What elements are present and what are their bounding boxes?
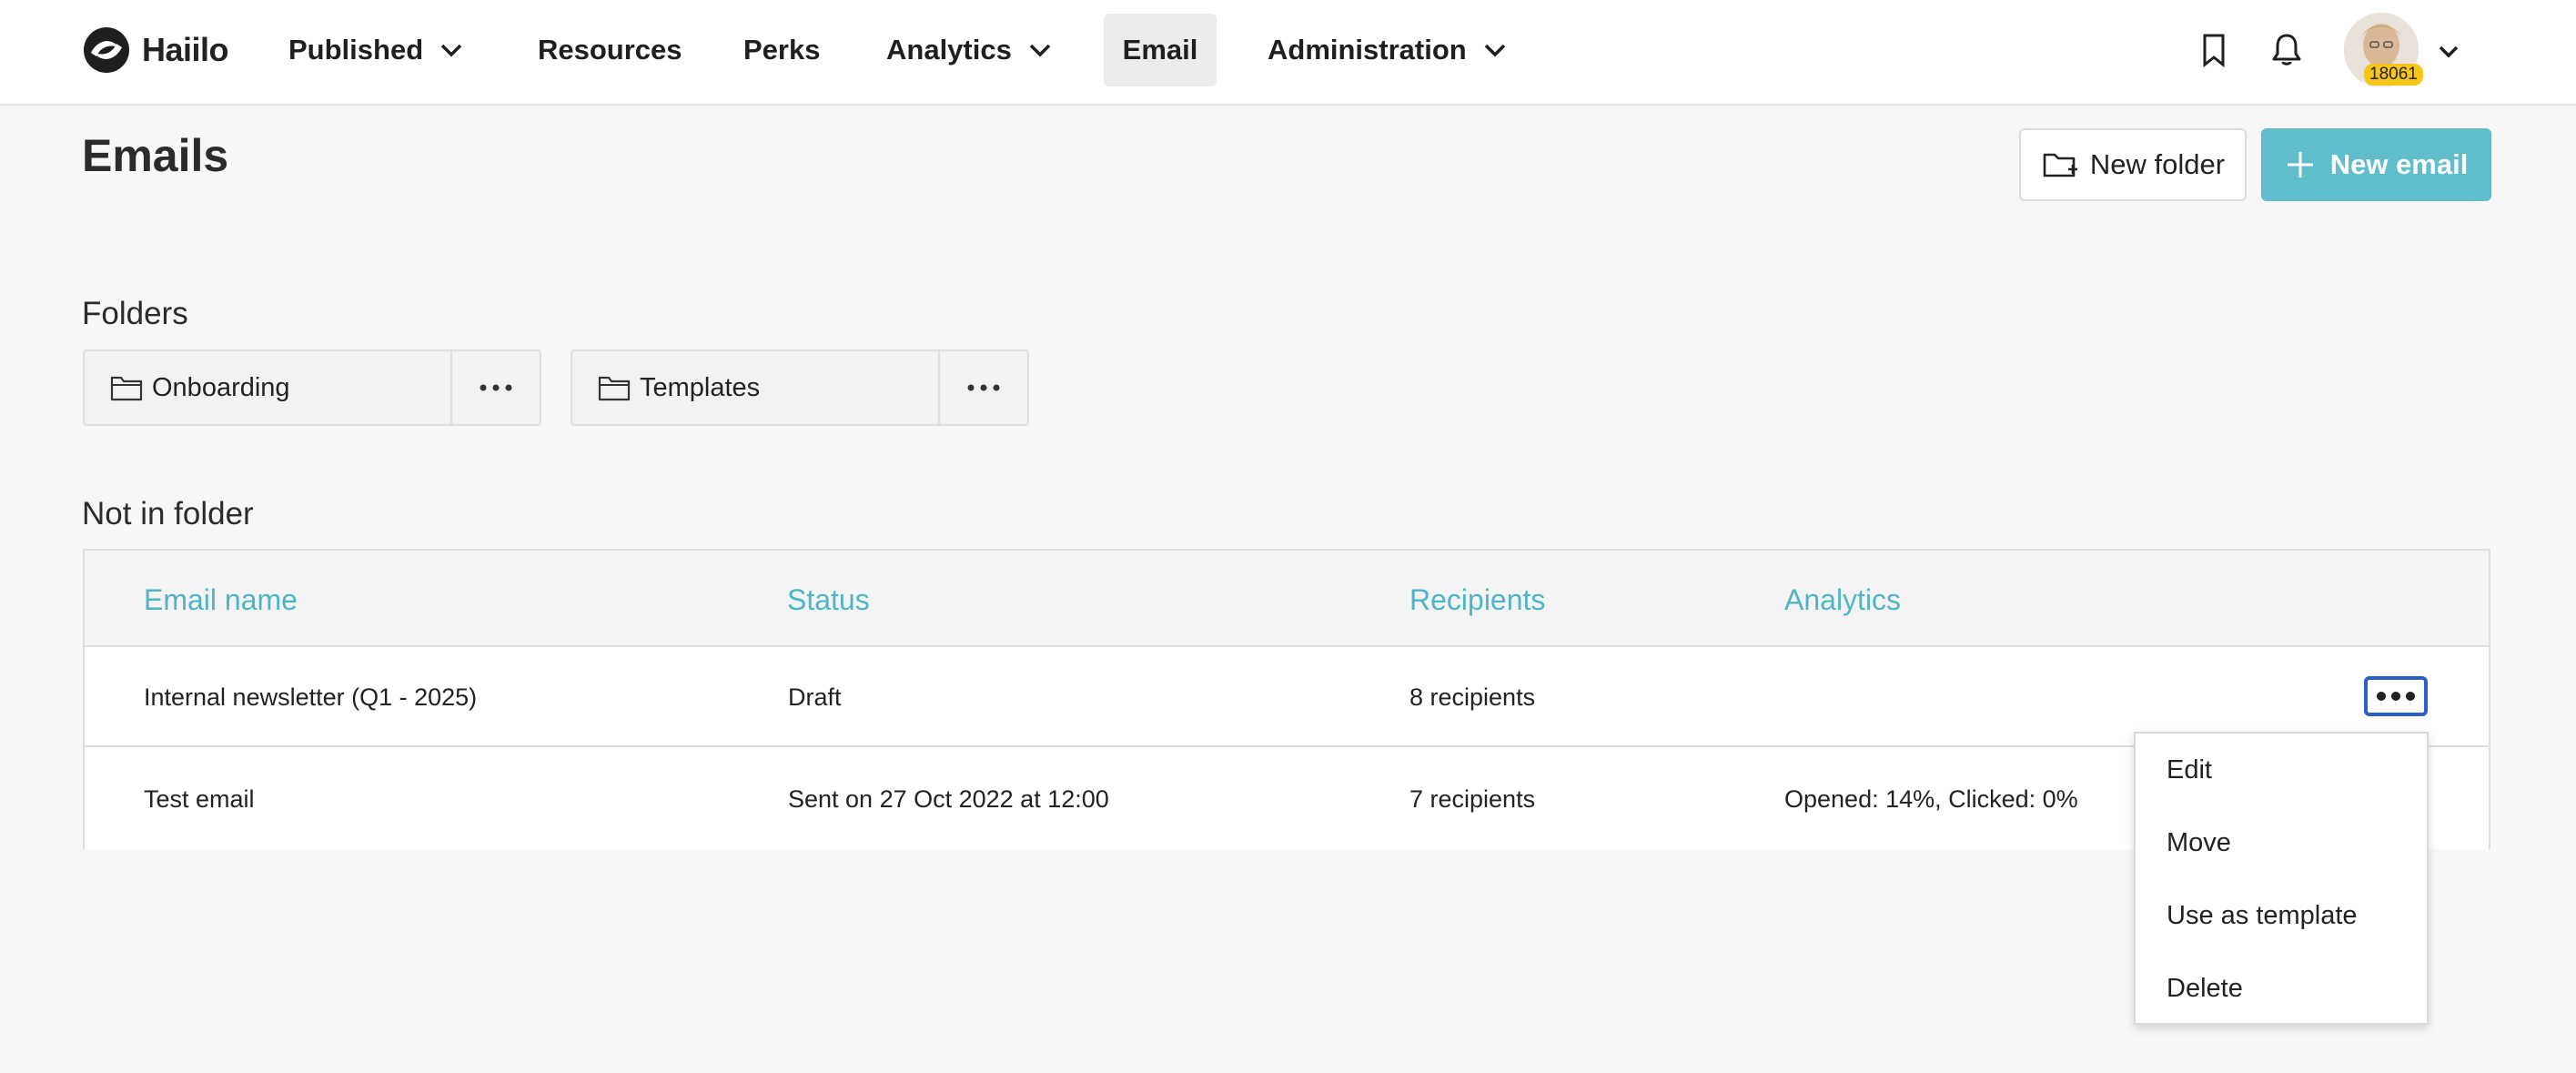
logo-text: Haiilo [142, 31, 229, 68]
nav-analytics-label: Analytics [886, 34, 1012, 66]
analytics-cell: Opened: 14%, Clicked: 0% [1784, 785, 2078, 813]
recipients-cell: 7 recipients [1409, 785, 1536, 813]
menu-item-use-as-template[interactable]: Use as template [2167, 901, 2358, 931]
new-folder-label: New folder [2089, 148, 2226, 180]
nav-published-label: Published [288, 34, 424, 66]
column-header-recipients[interactable]: Recipients [1409, 583, 1545, 617]
row-more-button[interactable] [2364, 676, 2428, 716]
haiilo-logo[interactable]: Haiilo [82, 25, 229, 76]
new-email-button[interactable]: New email [2261, 128, 2491, 201]
notifications-button[interactable] [2264, 27, 2309, 73]
column-header-status[interactable]: Status [787, 583, 870, 617]
recipients-cell: 8 recipients [1409, 683, 1536, 711]
emails-table: Email name Status Recipients Analytics I… [83, 549, 2490, 849]
folder-open-templates[interactable]: Templates [572, 351, 938, 424]
table-row[interactable]: Internal newsletter (Q1 - 2025) Draft 8 … [85, 647, 2489, 747]
more-horizontal-icon [480, 384, 512, 391]
nav-analytics[interactable]: Analytics [864, 14, 1076, 86]
folder-icon [110, 376, 143, 401]
email-name-cell[interactable]: Test email [144, 785, 255, 814]
folders-heading: Folders [82, 296, 188, 331]
menu-item-edit[interactable]: Edit [2167, 755, 2212, 785]
table-row[interactable]: Test email Sent on 27 Oct 2022 at 12:00 … [85, 749, 2489, 849]
not-in-folder-heading: Not in folder [82, 496, 254, 531]
folder-open-onboarding[interactable]: Onboarding [85, 351, 450, 424]
nav-resources-label: Resources [538, 34, 682, 66]
new-email-label: New email [2329, 148, 2469, 180]
row-context-menu: Edit Move Use as template Delete [2134, 732, 2429, 1025]
folder-add-icon [2043, 153, 2077, 177]
new-folder-button[interactable]: New folder [2019, 128, 2247, 201]
folder-card-onboarding: Onboarding [83, 349, 541, 426]
avatar-badge: 18061 [2364, 64, 2423, 86]
nav-perks-label: Perks [743, 34, 821, 66]
status-cell: Sent on 27 Oct 2022 at 12:00 [788, 785, 1109, 813]
more-horizontal-icon [2377, 692, 2415, 701]
status-cell: Draft [788, 683, 842, 711]
nav-administration[interactable]: Administration [1246, 14, 1530, 86]
folder-more-button[interactable] [938, 351, 1027, 424]
top-navigation-bar: Haiilo Published Resources Perks Analyti… [0, 0, 2576, 106]
more-horizontal-icon [967, 384, 1000, 391]
nav-perks[interactable]: Perks [722, 14, 842, 86]
nav-email[interactable]: Email [1104, 14, 1217, 86]
email-name-cell[interactable]: Internal newsletter (Q1 - 2025) [144, 683, 477, 712]
haiilo-logo-icon [84, 27, 129, 73]
chevron-down-icon [1029, 44, 1051, 57]
folder-icon [598, 376, 631, 401]
page-title: Emails [82, 130, 229, 181]
column-header-analytics[interactable]: Analytics [1784, 583, 1901, 617]
bell-icon [2272, 34, 2301, 66]
plus-icon [2287, 152, 2313, 177]
folder-more-button[interactable] [450, 351, 540, 424]
table-header: Email name Status Recipients Analytics [85, 551, 2489, 647]
nav-administration-label: Administration [1268, 34, 1467, 66]
folder-card-templates: Templates [571, 349, 1029, 426]
nav-resources[interactable]: Resources [516, 14, 704, 86]
bookmark-button[interactable] [2191, 27, 2237, 73]
nav-email-label: Email [1122, 34, 1198, 66]
bookmark-icon [2203, 34, 2225, 68]
menu-item-move[interactable]: Move [2167, 828, 2231, 858]
chevron-down-icon [440, 44, 462, 57]
menu-item-delete[interactable]: Delete [2167, 974, 2243, 1004]
chevron-down-icon[interactable] [2433, 36, 2464, 67]
chevron-down-icon [1484, 44, 1505, 57]
folder-name: Onboarding [152, 372, 290, 402]
column-header-email-name[interactable]: Email name [144, 583, 298, 617]
folder-name: Templates [640, 372, 761, 402]
nav-published[interactable]: Published [267, 14, 487, 86]
user-avatar-button[interactable]: 18061 [2344, 13, 2423, 87]
